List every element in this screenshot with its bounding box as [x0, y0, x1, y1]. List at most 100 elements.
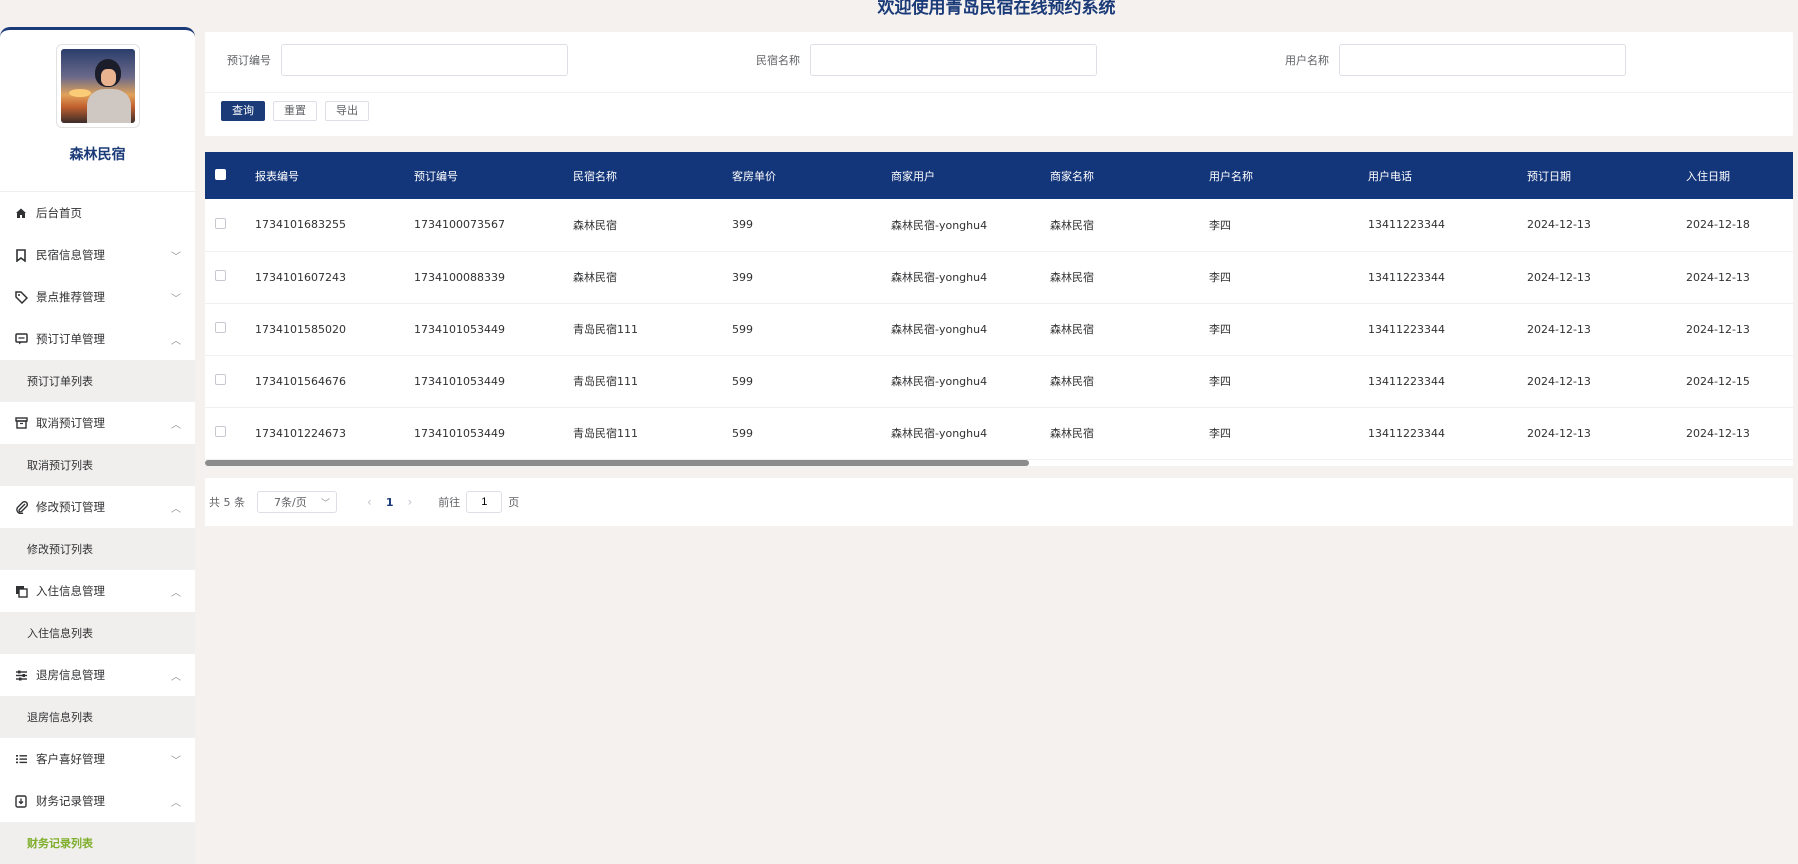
sidebar-item-finance-records[interactable]: 财务记录管理 ︿	[0, 780, 195, 822]
app: 欢迎使用青岛民宿在线预约系统 森林民宿 后台首页 民宿信息管理 ﹀ 景点推荐管理…	[0, 0, 1798, 864]
chevron-up-icon: ︿	[171, 671, 181, 683]
select-all-checkbox[interactable]	[215, 168, 226, 180]
table-cell: 2024-12-18	[1686, 199, 1793, 252]
table-header-row: 报表编号 预订编号 民宿名称 客房单价 商家用户 商家名称 用户名称 用户电话 …	[205, 152, 1793, 199]
table-cell: 青岛民宿111	[573, 407, 732, 460]
column-header[interactable]: 报表编号	[255, 152, 414, 199]
homestay-name-label: 民宿名称	[756, 54, 800, 67]
row-checkbox[interactable]	[215, 426, 226, 437]
tag-icon	[14, 290, 28, 304]
table-cell: 森林民宿-yonghu4	[891, 407, 1050, 460]
sidebar-item-home[interactable]: 后台首页	[0, 192, 195, 234]
row-checkbox[interactable]	[215, 217, 226, 229]
chevron-down-icon: ﹀	[171, 251, 181, 263]
table-cell: 13411223344	[1368, 199, 1527, 252]
sidebar-subitem-booking-list[interactable]: 预订订单列表	[0, 360, 195, 402]
homestay-name-input[interactable]	[810, 44, 1097, 76]
chevron-up-icon: ︿	[171, 503, 181, 515]
sidebar-item-checkin-info[interactable]: 入住信息管理 ︿	[0, 570, 195, 612]
chevron-up-icon: ︿	[171, 797, 181, 809]
sidebar-item-modify-booking[interactable]: 修改预订管理 ︿	[0, 486, 195, 528]
sidebar-subitem-checkout-list[interactable]: 退房信息列表	[0, 696, 195, 738]
main-content: 预订编号 民宿名称 用户名称 查询 重置 导出 报表编号 预订编号 民宿名称 客…	[205, 32, 1793, 526]
user-name-label: 用户名称	[1285, 54, 1329, 67]
table-cell: 李四	[1209, 303, 1368, 356]
table-cell: 1734101053449	[414, 355, 573, 408]
sidebar-item-label: 预订订单管理	[36, 332, 105, 346]
sidebar-item-label: 取消预订管理	[36, 416, 105, 430]
table-cell: 2024-12-13	[1527, 251, 1686, 304]
page-title: 欢迎使用青岛民宿在线预约系统	[877, 0, 1116, 18]
table-cell: 1734101683255	[255, 199, 414, 252]
table-cell: 13411223344	[1368, 355, 1527, 408]
page-size-select[interactable]: 7条/页 ﹀	[257, 491, 337, 513]
table-cell: 1734101564676	[255, 355, 414, 408]
download-doc-icon	[14, 794, 28, 808]
table-cell: 1734101607243	[255, 251, 414, 304]
table-cell: 森林民宿	[573, 199, 732, 252]
chevron-up-icon: ︿	[171, 587, 181, 599]
column-header[interactable]: 民宿名称	[573, 152, 732, 199]
page-number[interactable]: 1	[386, 496, 394, 509]
table-row[interactable]: 1734101607243 1734100088339 森林民宿 399 森林民…	[205, 251, 1793, 304]
user-name-field: 用户名称	[1285, 44, 1626, 76]
sidebar-item-customer-preferences[interactable]: 客户喜好管理 ﹀	[0, 738, 195, 780]
table-cell: 2024-12-13	[1527, 199, 1686, 252]
goto-page-input[interactable]	[466, 491, 503, 513]
sidebar-item-attractions[interactable]: 景点推荐管理 ﹀	[0, 276, 195, 318]
export-button[interactable]: 导出	[325, 101, 369, 121]
table-row[interactable]: 1734101683255 1734100073567 森林民宿 399 森林民…	[205, 199, 1793, 252]
sidebar-item-booking-orders[interactable]: 预订订单管理 ︿	[0, 318, 195, 360]
home-icon	[14, 206, 28, 220]
avatar-image	[60, 49, 135, 123]
row-checkbox[interactable]	[215, 322, 226, 333]
table-cell: 青岛民宿111	[573, 355, 732, 408]
booking-no-field: 预订编号	[227, 44, 568, 76]
table-row[interactable]: 1734101585020 1734101053449 青岛民宿111 599 …	[205, 303, 1793, 356]
query-button[interactable]: 查询	[221, 101, 265, 121]
prev-page-button[interactable]: ‹	[367, 495, 372, 509]
divider	[205, 92, 1793, 93]
sidebar-item-cancel-booking[interactable]: 取消预订管理 ︿	[0, 402, 195, 444]
sidebar-item-label: 客户喜好管理	[36, 752, 105, 766]
chevron-up-icon: ︿	[171, 419, 181, 431]
column-header[interactable]: 用户电话	[1368, 152, 1527, 199]
homestay-name-field: 民宿名称	[756, 44, 1097, 76]
column-header[interactable]: 商家用户	[891, 152, 1050, 199]
column-header[interactable]: 用户名称	[1209, 152, 1368, 199]
paperclip-icon	[14, 500, 28, 514]
next-page-button[interactable]: ›	[407, 495, 412, 509]
table-row[interactable]: 1734101564676 1734101053449 青岛民宿111 599 …	[205, 355, 1793, 408]
user-name-input[interactable]	[1339, 44, 1626, 76]
chevron-up-icon: ︿	[171, 335, 181, 347]
table-cell: 李四	[1209, 199, 1368, 252]
booking-no-label: 预订编号	[227, 54, 271, 67]
table-cell: 森林民宿	[573, 251, 732, 304]
column-header[interactable]: 客房单价	[732, 152, 891, 199]
sidebar-subitem-checkin-list[interactable]: 入住信息列表	[0, 612, 195, 654]
row-checkbox[interactable]	[215, 374, 226, 385]
column-header[interactable]: 预订编号	[414, 152, 573, 199]
sidebar-subitem-finance-list[interactable]: 财务记录列表	[0, 822, 195, 864]
page-size-value: 7条/页	[274, 496, 307, 509]
list-icon	[14, 752, 28, 766]
sidebar-item-homestay-info[interactable]: 民宿信息管理 ﹀	[0, 234, 195, 276]
sidebar-subitem-modify-list[interactable]: 修改预订列表	[0, 528, 195, 570]
table-cell: 森林民宿	[1050, 199, 1209, 252]
sidebar-item-checkout-info[interactable]: 退房信息管理 ︿	[0, 654, 195, 696]
row-checkbox[interactable]	[215, 270, 226, 281]
column-header[interactable]: 入住日期	[1686, 152, 1793, 199]
booking-no-input[interactable]	[281, 44, 568, 76]
table-cell: 599	[732, 407, 891, 460]
table-cell: 599	[732, 355, 891, 408]
table-row[interactable]: 1734101224673 1734101053449 青岛民宿111 599 …	[205, 407, 1793, 460]
table-cell: 1734101053449	[414, 303, 573, 356]
sidebar-subitem-cancel-list[interactable]: 取消预订列表	[0, 444, 195, 486]
goto-page: 前往 页	[438, 491, 519, 513]
column-header[interactable]: 预订日期	[1527, 152, 1686, 199]
bookmark-icon	[14, 248, 28, 262]
avatar[interactable]	[55, 44, 140, 128]
reset-button[interactable]: 重置	[273, 101, 317, 121]
column-header[interactable]: 商家名称	[1050, 152, 1209, 199]
horizontal-scrollbar[interactable]	[205, 460, 1029, 466]
